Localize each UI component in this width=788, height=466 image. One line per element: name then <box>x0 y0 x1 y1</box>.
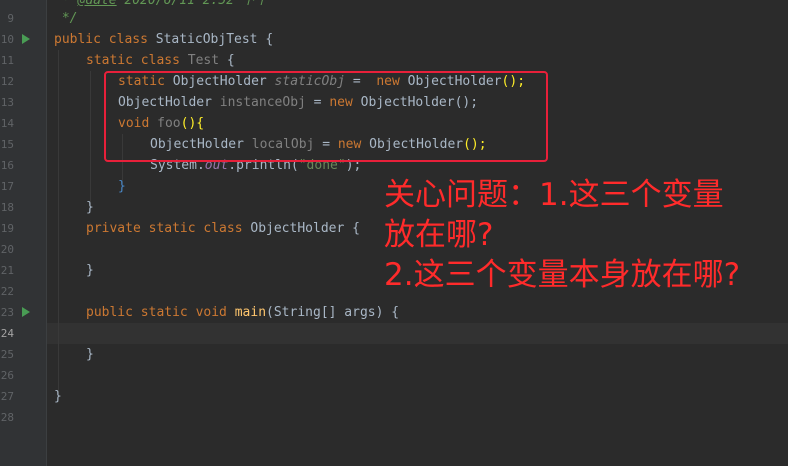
line-number: 28 <box>0 411 14 424</box>
gutter-separator <box>46 0 47 466</box>
code-line-11: static class Test { <box>86 53 235 68</box>
line-number: 14 <box>0 117 14 130</box>
line-number: 27 <box>0 390 14 403</box>
code-line-8: * @date 2020/6/11 2:52 下午 <box>54 0 268 8</box>
line-number: 13 <box>0 96 14 109</box>
line-number: 20 <box>0 243 14 256</box>
run-class-icon[interactable] <box>22 34 30 44</box>
line-number: 16 <box>0 159 14 172</box>
line-number: 22 <box>0 285 14 298</box>
code-line-25: } <box>86 347 94 362</box>
indent-guide <box>90 71 91 205</box>
line-number: 10 <box>0 33 14 46</box>
annotation-line-1: 关心问题：1.这三个变量 <box>384 177 724 213</box>
code-line-9: */ <box>54 11 78 26</box>
line-number: 25 <box>0 348 14 361</box>
annotation-line-2: 放在哪? <box>384 217 494 253</box>
code-line-23: public static void main(String[] args) { <box>86 305 400 320</box>
line-number: 11 <box>0 54 14 67</box>
code-line-19: private static class ObjectHolder { <box>86 221 360 236</box>
code-line-10: public class StaticObjTest { <box>54 32 274 47</box>
line-number: 21 <box>0 264 14 277</box>
annotation-line-3: 2.这三个变量本身放在哪? <box>384 257 741 293</box>
code-line-27: } <box>54 389 62 404</box>
code-editor[interactable]: * @date 2020/6/11 2:52 下午 */ public clas… <box>54 0 525 404</box>
line-number: 19 <box>0 222 14 235</box>
highlight-box <box>104 71 548 162</box>
line-number: 9 <box>7 12 14 25</box>
line-number: 26 <box>0 369 14 382</box>
line-number: 17 <box>0 180 14 193</box>
code-line-21: } <box>86 263 94 278</box>
line-number: 12 <box>0 75 14 88</box>
line-number: 15 <box>0 138 14 151</box>
line-number: 23 <box>0 306 14 319</box>
code-line-17: } <box>118 179 126 194</box>
line-number-current: 24 <box>0 327 14 340</box>
line-number: 18 <box>0 201 14 214</box>
code-line-18: } <box>86 200 94 215</box>
current-line-highlight <box>47 323 788 344</box>
run-main-icon[interactable] <box>22 307 30 317</box>
